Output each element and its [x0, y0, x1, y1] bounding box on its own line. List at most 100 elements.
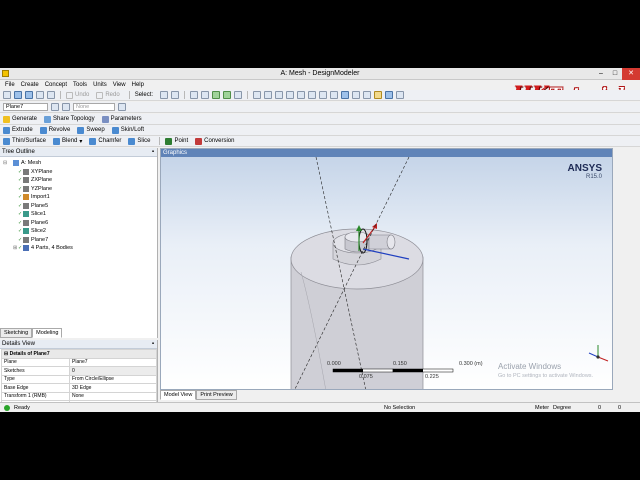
tree-item[interactable]: ✓ Import1 [0, 193, 157, 202]
zoom-icon[interactable] [275, 91, 284, 99]
select-edges-icon[interactable] [201, 91, 210, 99]
close-button[interactable]: ✕ [622, 68, 640, 80]
menu-help[interactable]: Help [132, 82, 144, 88]
revolve-button[interactable]: Revolve [39, 126, 70, 134]
export-icon[interactable] [36, 91, 44, 99]
minimize-button[interactable]: – [594, 68, 608, 80]
pan-icon[interactable] [264, 91, 273, 99]
next-view-icon[interactable] [330, 91, 339, 99]
pin-icon[interactable]: ▪ [152, 148, 154, 157]
skin-loft-button[interactable]: Skin/Loft [111, 126, 144, 134]
menu-file[interactable]: File [5, 82, 15, 88]
operations-toolbar: Thin/Surface Blend ▾ Chamfer Slice Point … [0, 136, 640, 147]
select-bodies-icon[interactable] [223, 91, 232, 99]
tree-item[interactable]: ✓ Slice2 [0, 227, 157, 236]
isometric-view-icon[interactable] [341, 91, 350, 99]
status-selection: No Selection [384, 405, 416, 411]
title-bar: A: Mesh - DesignModeler – □ ✕ [0, 68, 640, 80]
display-model-icon[interactable] [385, 91, 394, 99]
undo-button[interactable]: Undo [66, 91, 89, 99]
display-edges-icon[interactable] [396, 91, 405, 99]
new-plane-icon[interactable] [51, 103, 59, 111]
point-button[interactable]: Point [165, 137, 188, 145]
tree-item[interactable]: ✓ YZPlane [0, 185, 157, 194]
sweep-button[interactable]: Sweep [77, 126, 105, 134]
parts-icon [23, 245, 29, 252]
menu-units[interactable]: Units [93, 82, 107, 88]
tab-model-view[interactable]: Model View [160, 390, 197, 400]
restore-view-icon[interactable] [363, 91, 372, 99]
table-row[interactable]: Base Edge 3D Edge [1, 383, 157, 393]
tab-sketching[interactable]: Sketching [0, 328, 33, 338]
tree-item-label: YZPlane [31, 185, 53, 192]
thin-surface-icon [3, 137, 10, 145]
active-plane-select[interactable]: Plane7 [3, 103, 48, 111]
tree-item-label: Import1 [31, 194, 50, 201]
pin-icon[interactable]: ▪ [152, 340, 154, 349]
conversion-button[interactable]: Conversion [195, 137, 234, 145]
select-label: Select: [134, 92, 154, 98]
status-angle-unit[interactable]: Degree [553, 405, 571, 411]
table-row[interactable]: Plane Plane7 [1, 357, 157, 367]
redo-button[interactable]: Redo [96, 91, 120, 99]
menu-view[interactable]: View [113, 82, 126, 88]
conversion-icon [195, 137, 203, 145]
tab-print-preview[interactable]: Print Preview [196, 390, 237, 400]
menu-concept[interactable]: Concept [45, 82, 67, 88]
extrude-button[interactable]: Extrude [3, 126, 33, 134]
table-row[interactable]: Transform 1 (RMB) None [1, 391, 157, 401]
parameters-button[interactable]: Parameters [101, 115, 142, 123]
box-zoom-icon[interactable] [286, 91, 295, 99]
tree-item[interactable]: ✓ Plane7 [0, 236, 157, 245]
menu-create[interactable]: Create [21, 82, 39, 88]
open-icon[interactable] [14, 91, 22, 99]
table-row[interactable]: Type From Circle/Ellipse [1, 374, 157, 384]
tree-item[interactable]: ✓ Plane6 [0, 219, 157, 228]
skin-loft-icon [111, 126, 119, 134]
details-group-header[interactable]: ⊟ Details of Plane7 [1, 349, 157, 359]
magnifier-icon[interactable] [308, 91, 317, 99]
thin-surface-button[interactable]: Thin/Surface [3, 137, 46, 145]
expand-icon[interactable]: ⊟ [3, 160, 8, 166]
share-topology-button[interactable]: Share Topology [44, 115, 95, 123]
select-points-icon[interactable] [190, 91, 199, 99]
blend-button[interactable]: Blend ▾ [53, 137, 82, 145]
select-faces-icon[interactable] [212, 91, 221, 99]
new-icon[interactable] [3, 91, 11, 99]
look-at-plane-icon[interactable] [118, 103, 126, 111]
new-sketch-icon[interactable] [62, 103, 70, 111]
tree-item[interactable]: ⊟ A: Mesh [0, 159, 157, 168]
select-filter-icon[interactable] [171, 91, 180, 99]
tree-item[interactable]: ⊞ ✓ 4 Parts, 4 Bodies [0, 244, 157, 253]
set-view-icon[interactable] [352, 91, 361, 99]
active-sketch-select[interactable]: None [73, 103, 115, 111]
graphics-viewport[interactable]: Graphics ANSYS R15.0 0.000 0.150 0.300 (… [160, 148, 613, 390]
slice-icon [23, 228, 29, 235]
table-row[interactable]: Sketches 0 [1, 366, 157, 376]
extend-selection-icon[interactable] [234, 91, 243, 99]
previous-view-icon[interactable] [319, 91, 328, 99]
status-units[interactable]: Meter [535, 405, 549, 411]
activate-windows-watermark: Activate Windows [498, 362, 562, 371]
tree-item[interactable]: ✓ Plane5 [0, 202, 157, 211]
plane-icon [23, 236, 29, 243]
tree-item[interactable]: ✓ Slice1 [0, 210, 157, 219]
separator [60, 91, 61, 99]
tree-item[interactable]: ✓ ZXPlane [0, 176, 157, 185]
rotate-icon[interactable] [253, 91, 262, 99]
chamfer-button[interactable]: Chamfer [89, 137, 121, 145]
slice-button[interactable]: Slice [128, 137, 150, 145]
maximize-button[interactable]: □ [608, 68, 622, 80]
status-bar: Ready No Selection Meter Degree 0 0 [0, 402, 640, 412]
activate-windows-subtext: Go to PC settings to activate Windows. [498, 373, 594, 379]
look-at-icon[interactable] [374, 91, 383, 99]
tab-modeling[interactable]: Modeling [32, 328, 63, 338]
select-mode-icon[interactable] [160, 91, 169, 99]
screenshot-icon[interactable] [47, 91, 55, 99]
generate-button[interactable]: Generate [3, 115, 37, 123]
menu-tools[interactable]: Tools [73, 82, 87, 88]
zoom-to-fit-icon[interactable] [297, 91, 306, 99]
save-icon[interactable] [25, 91, 33, 99]
model-canvas[interactable] [161, 157, 613, 390]
tree-item[interactable]: ✓ XYPlane [0, 168, 157, 177]
